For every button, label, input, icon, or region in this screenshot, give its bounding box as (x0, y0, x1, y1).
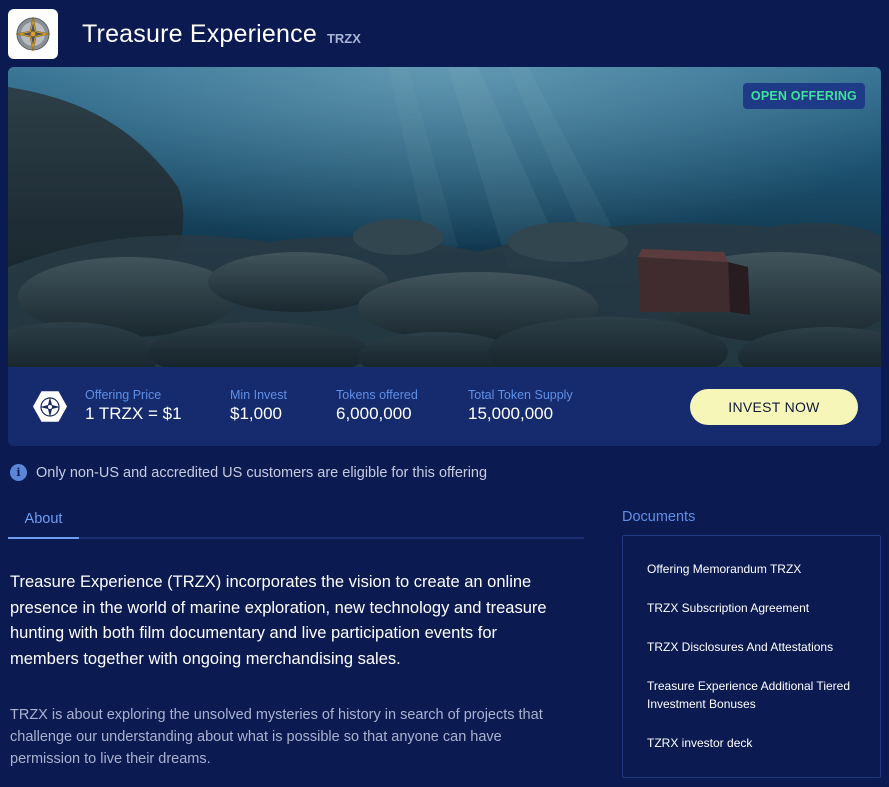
stat-value: $1,000 (230, 404, 282, 423)
content-tabs: About (8, 508, 584, 539)
stat-offering-price: Offering Price 1 TRZX = $1 (85, 388, 182, 424)
document-link-investment-bonuses[interactable]: Treasure Experience Additional Tiered In… (647, 677, 857, 713)
about-subtext: TRZX is about exploring the unsolved mys… (10, 707, 543, 767)
stat-value: 1 TRZX = $1 (85, 404, 182, 423)
document-link-disclosures[interactable]: TRZX Disclosures And Attestations (647, 638, 857, 656)
eligibility-text: Only non-US and accredited US customers … (36, 464, 488, 481)
offering-stats-bar: Offering Price 1 TRZX = $1 Min Invest $1… (8, 367, 881, 446)
stat-label: Total Token Supply (468, 388, 573, 402)
page-title: Treasure Experience (82, 19, 317, 48)
stat-value: 15,000,000 (468, 404, 554, 423)
stat-label: Min Invest (230, 388, 287, 402)
hero-underwater-image (8, 67, 881, 392)
eligibility-notice: i Only non-US and accredited US customer… (10, 464, 487, 481)
compass-hexagon-icon (33, 391, 67, 422)
ticker-badge: TRZX (326, 30, 361, 46)
open-offering-badge: OPEN OFFERING (742, 83, 865, 109)
info-icon: i (10, 464, 27, 481)
tab-about[interactable]: About (8, 508, 79, 539)
compass-rose-logo-icon (8, 9, 58, 59)
document-link-offering-memorandum[interactable]: Offering Memorandum TRZX (647, 560, 857, 578)
stat-min-invest: Min Invest $1,000 (230, 388, 287, 424)
offering-card: OPEN OFFERING Offering Price 1 TRZX = $1… (8, 67, 881, 446)
documents-list: Offering Memorandum TRZX TRZX Subscripti… (622, 535, 881, 778)
stat-tokens-offered: Tokens offered 6,000,000 (336, 388, 418, 424)
document-link-subscription-agreement[interactable]: TRZX Subscription Agreement (647, 599, 857, 617)
documents-heading: Documents (622, 509, 696, 525)
stat-label: Tokens offered (336, 388, 418, 402)
stat-value: 6,000,000 (336, 404, 412, 423)
stat-total-token-supply: Total Token Supply 15,000,000 (468, 388, 573, 424)
invest-now-button[interactable]: INVEST NOW (690, 389, 858, 425)
document-link-investor-deck[interactable]: TZRX investor deck (647, 734, 857, 752)
stat-label: Offering Price (85, 388, 162, 402)
page-header: Treasure Experience TRZX (8, 9, 361, 59)
about-description: Treasure Experience (TRZX) incorporates … (10, 573, 547, 668)
